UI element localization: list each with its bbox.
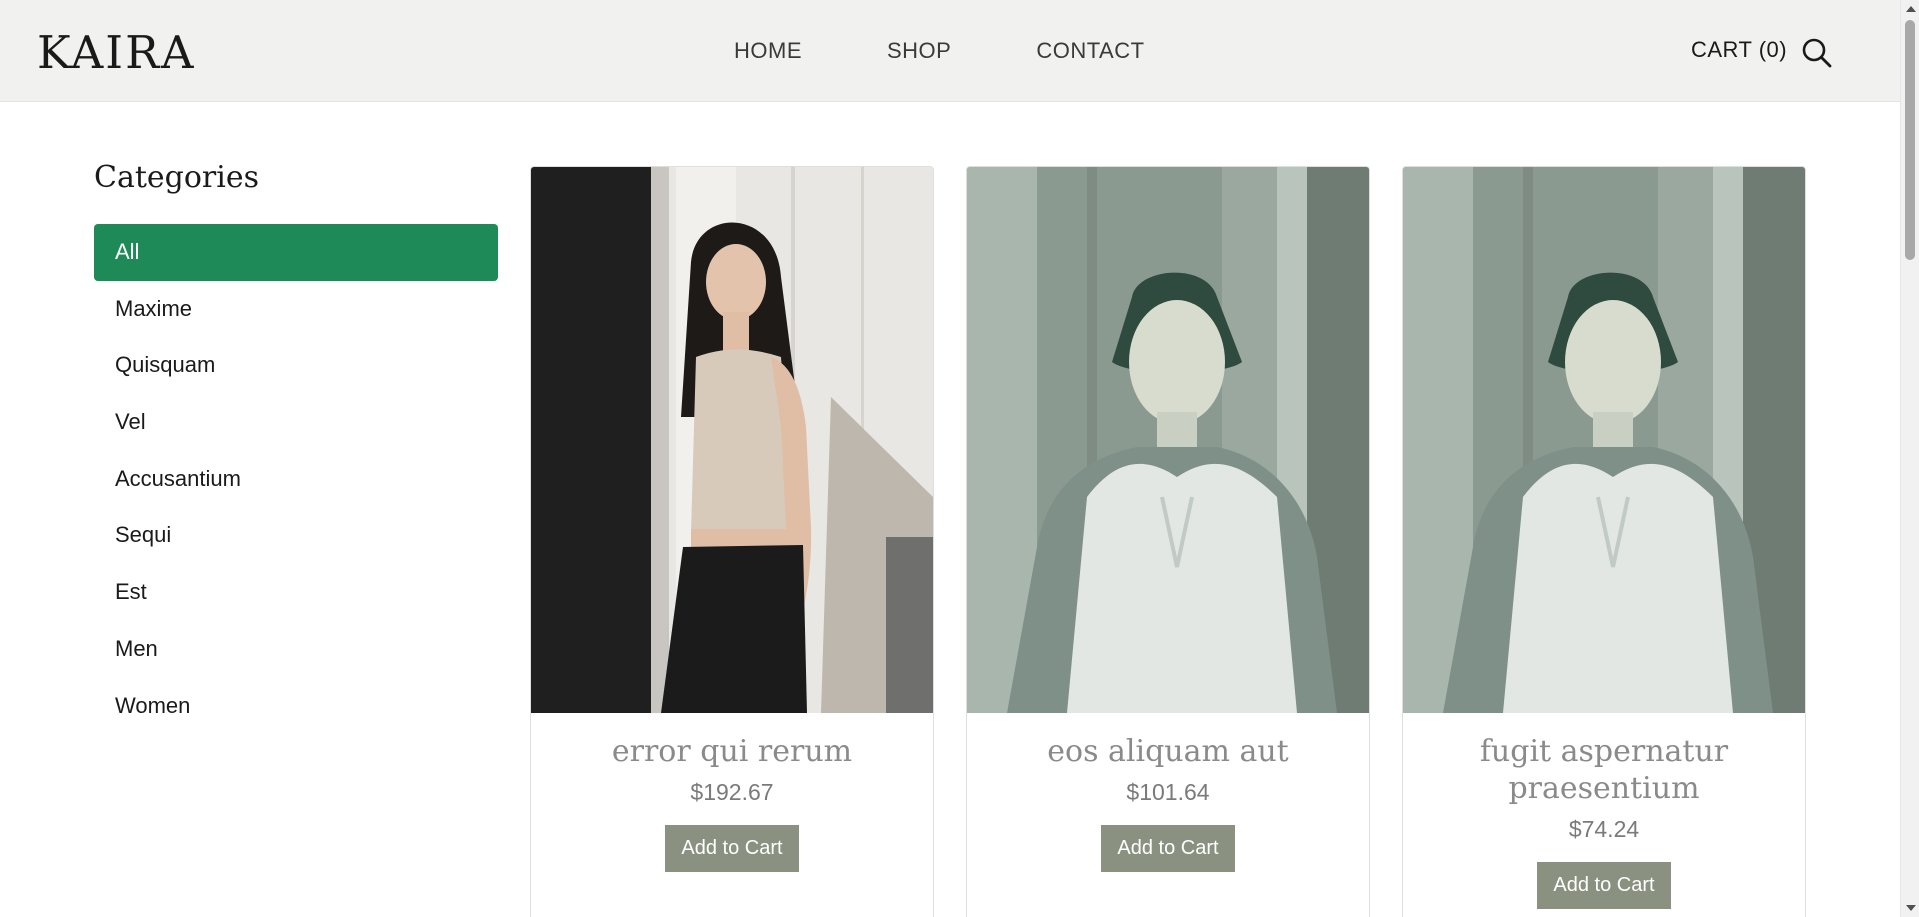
nav-contact-link[interactable]: CONTACT — [1036, 38, 1144, 64]
search-icon[interactable] — [1801, 37, 1833, 69]
product-info: error qui rerum $192.67 Add to Cart — [531, 713, 933, 872]
nav-home-link[interactable]: HOME — [734, 38, 802, 64]
product-price: $74.24 — [1568, 816, 1640, 842]
product-price: $101.64 — [1126, 779, 1210, 805]
category-item-accusantium[interactable]: Accusantium — [94, 451, 498, 508]
category-item-women[interactable]: Women — [94, 678, 498, 735]
scroll-down-arrow-icon[interactable] — [1906, 905, 1916, 911]
product-image[interactable] — [967, 167, 1369, 713]
category-item-vel[interactable]: Vel — [94, 394, 498, 451]
main-nav: HOME SHOP CONTACT — [734, 38, 1145, 64]
categories-heading: Categories — [94, 160, 259, 195]
nav-shop-link[interactable]: SHOP — [887, 38, 951, 64]
product-price: $192.67 — [690, 779, 774, 805]
add-to-cart-button[interactable]: Add to Cart — [1537, 862, 1671, 909]
category-item-maxime[interactable]: Maxime — [94, 281, 498, 338]
scroll-up-arrow-icon[interactable] — [1906, 6, 1916, 12]
product-card: fugit aspernatur praesentium $74.24 Add … — [1402, 166, 1806, 917]
page-scrollbar[interactable] — [1900, 0, 1919, 917]
category-item-sequi[interactable]: Sequi — [94, 507, 498, 564]
category-item-men[interactable]: Men — [94, 621, 498, 678]
category-item-est[interactable]: Est — [94, 564, 498, 621]
product-image[interactable] — [1403, 167, 1805, 713]
cart-link[interactable]: CART (0) — [1691, 37, 1787, 63]
product-image[interactable] — [531, 167, 933, 713]
category-item-quisquam[interactable]: Quisquam — [94, 337, 498, 394]
add-to-cart-button[interactable]: Add to Cart — [1101, 825, 1235, 872]
product-info: eos aliquam aut $101.64 Add to Cart — [967, 713, 1369, 872]
add-to-cart-button[interactable]: Add to Cart — [665, 825, 799, 872]
product-title[interactable]: fugit aspernatur praesentium — [1403, 733, 1805, 807]
product-title[interactable]: eos aliquam aut — [967, 733, 1369, 770]
categories-sidebar: Categories All Maxime Quisquam Vel Accus… — [94, 160, 498, 734]
product-title[interactable]: error qui rerum — [531, 733, 933, 770]
product-card: eos aliquam aut $101.64 Add to Cart — [966, 166, 1370, 917]
scroll-thumb[interactable] — [1905, 20, 1915, 260]
product-grid: error qui rerum $192.67 Add to Cart eos … — [530, 166, 1806, 917]
category-item-all[interactable]: All — [94, 224, 498, 281]
site-header: KAIRA HOME SHOP CONTACT CART (0) — [0, 0, 1900, 102]
product-card: error qui rerum $192.67 Add to Cart — [530, 166, 934, 917]
logo[interactable]: KAIRA — [37, 26, 195, 79]
page: KAIRA HOME SHOP CONTACT CART (0) Categor… — [0, 0, 1919, 917]
product-info: fugit aspernatur praesentium $74.24 Add … — [1403, 713, 1805, 909]
